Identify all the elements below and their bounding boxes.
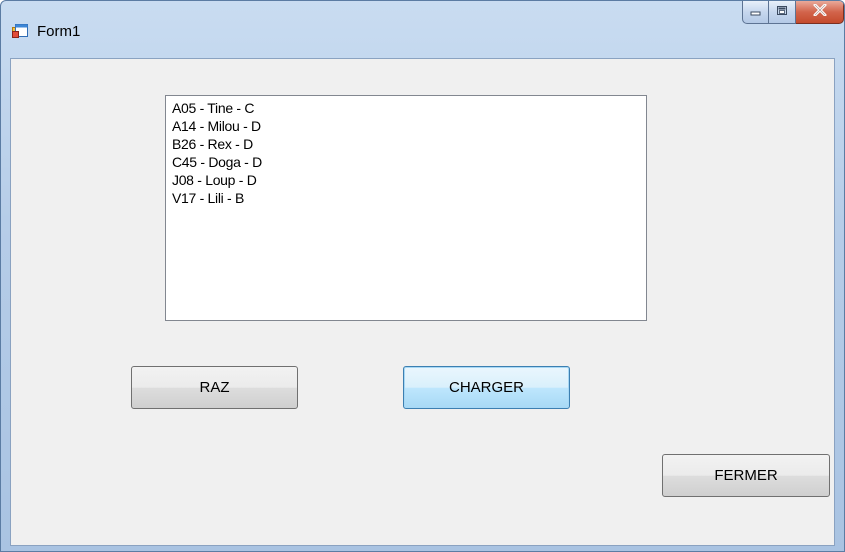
maximize-button[interactable]	[769, 1, 796, 24]
list-item[interactable]: J08 - Loup - D	[170, 171, 646, 189]
caption-buttons	[742, 1, 844, 25]
list-item[interactable]: A05 - Tine - C	[170, 99, 646, 117]
maximize-icon	[776, 3, 788, 21]
close-button[interactable]	[796, 1, 844, 24]
form-client-area: A05 - Tine - C A14 - Milou - D B26 - Rex…	[10, 58, 835, 546]
animal-listbox[interactable]: A05 - Tine - C A14 - Milou - D B26 - Rex…	[165, 95, 647, 321]
close-icon	[813, 3, 827, 21]
fermer-button[interactable]: FERMER	[662, 454, 830, 497]
form-window-icon[interactable]	[12, 23, 28, 39]
minimize-icon	[750, 3, 762, 21]
list-item[interactable]: B26 - Rex - D	[170, 135, 646, 153]
charger-button[interactable]: CHARGER	[403, 366, 570, 409]
window-title: Form1	[37, 23, 81, 40]
list-item[interactable]: C45 - Doga - D	[170, 153, 646, 171]
list-item[interactable]: V17 - Lili - B	[170, 189, 646, 207]
title-bar[interactable]: Form1	[1, 1, 844, 59]
minimize-button[interactable]	[742, 1, 769, 24]
raz-button[interactable]: RAZ	[131, 366, 298, 409]
form-window: Form1 A05 - Tine - C A14 - Milou - D B26…	[0, 0, 845, 552]
list-item[interactable]: A14 - Milou - D	[170, 117, 646, 135]
